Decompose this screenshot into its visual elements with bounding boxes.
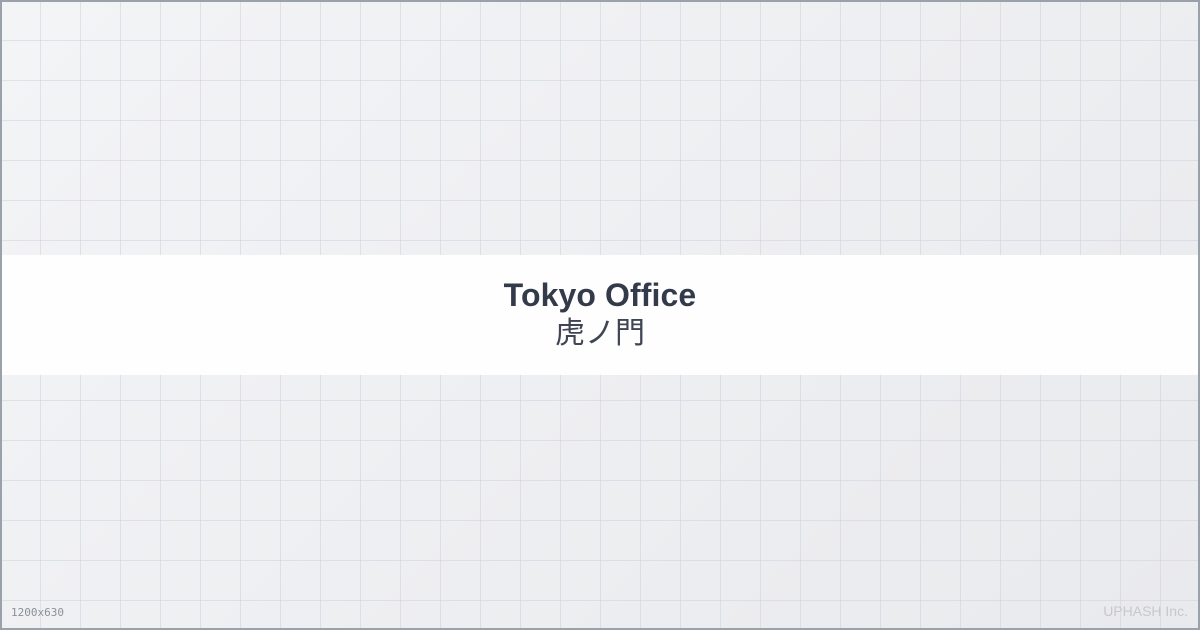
dimensions-label: 1200x630 [11,606,64,619]
og-image-canvas: Tokyo Office 虎ノ門 1200x630 UPHASH Inc. [0,0,1200,630]
office-title: Tokyo Office [503,277,697,313]
brand-label: UPHASH Inc. [1103,603,1188,619]
office-subtitle: 虎ノ門 [555,316,645,351]
title-band: Tokyo Office 虎ノ門 [2,255,1198,375]
